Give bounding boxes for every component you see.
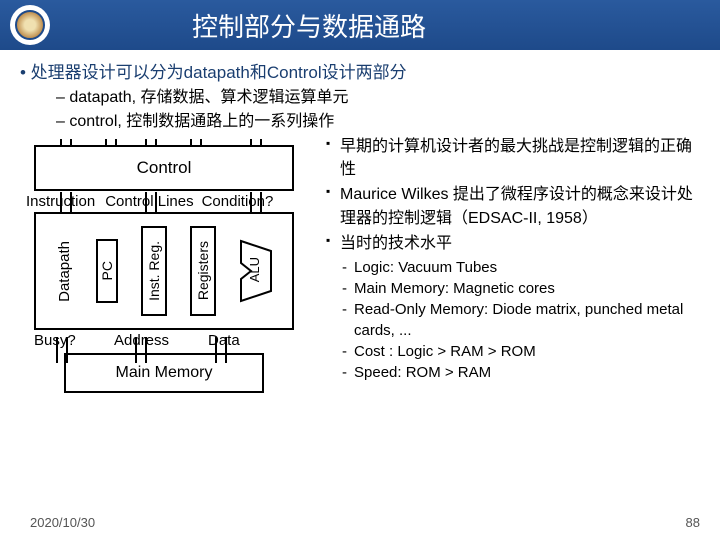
footer-date: 2020/10/30 — [30, 515, 95, 530]
logo-inner-icon — [15, 10, 45, 40]
alu-box: ALU — [239, 239, 273, 303]
university-logo — [10, 5, 50, 45]
intro-sub1: – datapath, 存储数据、算术逻辑运算单元 — [56, 83, 704, 107]
intro-bullets: • 处理器设计可以分为datapath和Control设计两部分 – datap… — [20, 58, 704, 131]
bullet-2: Maurice Wilkes 提出了微程序设计的概念来设计处理器的控制逻辑（ED… — [326, 183, 704, 229]
inst-reg-label: Inst. Reg. — [146, 241, 162, 301]
diagram: Control Instruction Control Lines Condit… — [20, 135, 320, 393]
datapath-label: Datapath — [56, 241, 73, 302]
right-list: 早期的计算机设计者的最大挑战是控制逻辑的正确性 Maurice Wilkes 提… — [326, 135, 704, 383]
slide-title: 控制部分与数据通路 — [192, 7, 426, 44]
body-row: Control Instruction Control Lines Condit… — [20, 135, 704, 393]
sub-3: Read-Only Memory: Diode matrix, punched … — [340, 299, 704, 341]
registers-label: Registers — [195, 241, 211, 300]
datapath-box: Datapath PC Inst. Reg. Registers ALU — [34, 212, 294, 330]
right-bullets: 早期的计算机设计者的最大挑战是控制逻辑的正确性 Maurice Wilkes 提… — [320, 135, 704, 393]
sub-1: Logic: Vacuum Tubes — [340, 257, 704, 278]
bullet-1: 早期的计算机设计者的最大挑战是控制逻辑的正确性 — [326, 135, 704, 181]
control-box: Control — [34, 145, 294, 191]
bullet-3-text: 当时的技术水平 — [340, 235, 452, 252]
intro-main: • 处理器设计可以分为datapath和Control设计两部分 — [20, 58, 704, 83]
title-bar: 控制部分与数据通路 — [0, 0, 720, 50]
pc-box: PC — [96, 239, 118, 303]
sub-4: Cost : Logic > RAM > ROM — [340, 341, 704, 362]
alu-label: ALU — [247, 257, 262, 282]
footer-page: 88 — [686, 515, 700, 530]
bottom-connectors — [50, 337, 280, 363]
registers-box: Registers — [190, 226, 216, 316]
sub-5: Speed: ROM > RAM — [340, 362, 704, 383]
intro-sub2: – control, 控制数据通路上的一系列操作 — [56, 107, 704, 131]
slide-content: • 处理器设计可以分为datapath和Control设计两部分 – datap… — [0, 50, 720, 393]
sub-2: Main Memory: Magnetic cores — [340, 278, 704, 299]
main-memory-label: Main Memory — [116, 364, 213, 382]
inst-reg-box: Inst. Reg. — [141, 226, 167, 316]
sub-list: Logic: Vacuum Tubes Main Memory: Magneti… — [340, 257, 704, 383]
pc-label: PC — [99, 261, 115, 280]
footer: 2020/10/30 88 — [30, 515, 700, 530]
bullet-3: 当时的技术水平 Logic: Vacuum Tubes Main Memory:… — [326, 232, 704, 383]
control-label: Control — [137, 158, 192, 178]
